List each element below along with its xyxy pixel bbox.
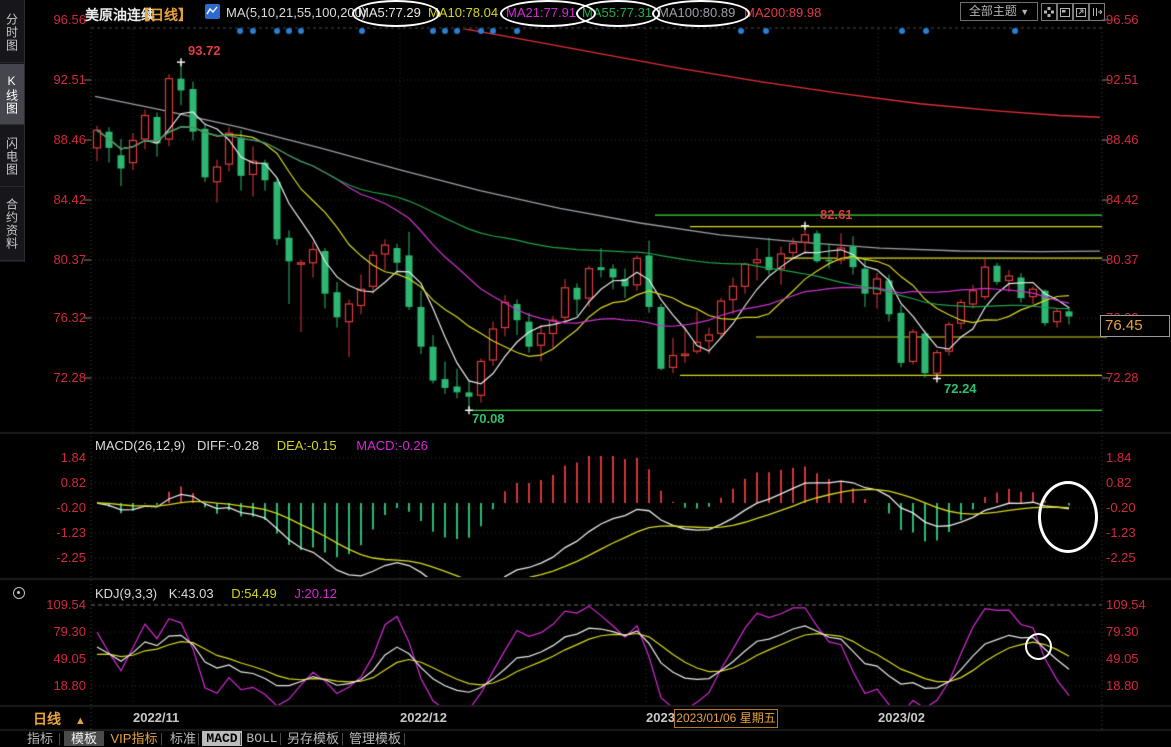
kdj-k-value: K:43.03 <box>169 586 214 601</box>
kdj-axis-label-right: 18.80 <box>1106 679 1139 693</box>
maximize-pane-icon-button[interactable] <box>1057 3 1073 21</box>
date-axis-label: 2022/11 <box>133 710 179 725</box>
price-axis-label-right: 96.56 <box>1106 13 1139 27</box>
bottom-tab-6[interactable]: BOLL <box>243 731 281 746</box>
macd-axis-label-right: 1.84 <box>1106 451 1131 465</box>
pivot-low-label-1: 70.08 <box>472 411 505 426</box>
price-axis-label-right: 80.37 <box>1106 253 1139 267</box>
period-tag: 【日线】 <box>136 5 192 25</box>
theme-dropdown-label: 全部主题 <box>969 4 1017 18</box>
price-axis-label-left: 76.32 <box>22 311 86 325</box>
price-axis-label-left: 84.42 <box>22 193 86 207</box>
macd-macd-value: MACD:-0.26 <box>356 438 428 453</box>
tab-separator <box>342 733 343 745</box>
price-axis-label-left: 96.56 <box>22 13 86 27</box>
pivot-low-label-2: 72.24 <box>944 381 977 396</box>
dock-pane-icon-button[interactable] <box>1089 3 1105 21</box>
bottom-tab-2[interactable]: 模板 <box>64 731 104 746</box>
price-axis-label-left: 72.28 <box>22 371 86 385</box>
macd-diff-value: DIFF:-0.28 <box>197 438 259 453</box>
kdj-j-value: J:20.12 <box>294 586 337 601</box>
tab-separator <box>102 733 103 745</box>
price-axis-label-left: 92.51 <box>22 73 86 87</box>
macd-dea-value: DEA:-0.15 <box>277 438 337 453</box>
ma-readout-3: MA21:77.91 <box>506 5 576 20</box>
split-grid-icon-button[interactable] <box>1041 3 1057 21</box>
crosshair-date-box: 2023/01/06 星期五 <box>674 709 778 728</box>
sidebar-item-4[interactable]: 合约资料 <box>0 188 24 261</box>
pop-out-pane-icon-button[interactable] <box>1073 3 1089 21</box>
ma-readout-5: MA100:80.89 <box>658 5 735 20</box>
period-label: 日线 <box>33 711 61 727</box>
pivot-high-label-2: 82.61 <box>820 207 853 222</box>
trading-app-window: 分时图K线图闪电图合约资料 美原油连续 【日线】 MA(5,10,21,55,1… <box>0 0 1171 747</box>
bottom-tab-4[interactable]: 标准 <box>164 731 202 746</box>
macd-axis-label-left: 0.82 <box>22 476 86 490</box>
theme-dropdown-button[interactable]: 全部主题 ▼ <box>960 2 1038 21</box>
bottom-tab-5[interactable]: MACD <box>202 731 242 746</box>
tab-separator <box>240 733 241 745</box>
ma-readout-1: MA5:77.29 <box>358 5 421 20</box>
ma-readout-6: MA200:89.98 <box>744 5 821 20</box>
price-axis-label-right: 84.42 <box>1106 193 1139 207</box>
tab-separator <box>404 733 405 745</box>
macd-axis-label-right: -0.20 <box>1106 501 1136 515</box>
macd-axis-label-left: -0.20 <box>22 501 86 515</box>
chart-type-icon[interactable] <box>205 4 220 19</box>
bottom-tab-7[interactable]: 另存模板 <box>283 731 343 746</box>
kdj-axis-label-left: 18.80 <box>22 679 86 693</box>
tab-separator <box>198 733 199 745</box>
macd-axis-label-right: 0.82 <box>1106 476 1131 490</box>
kdj-label-row: KDJ(9,3,3) K:43.03 D:54.49 J:20.12 <box>95 586 337 601</box>
price-axis-label-right: 72.28 <box>1106 371 1139 385</box>
kdj-axis-label-left: 79.30 <box>22 625 86 639</box>
bottom-tab-8[interactable]: 管理模板 <box>345 731 405 746</box>
macd-axis-label-left: -2.25 <box>22 551 86 565</box>
tab-separator <box>59 733 60 745</box>
tab-separator <box>161 733 162 745</box>
caret-up-icon: ▲ <box>75 715 86 727</box>
bottom-tab-3[interactable]: VIP指标 <box>106 731 162 746</box>
period-dropdown[interactable]: 日线 ▲ <box>33 709 86 729</box>
kdj-axis-label-left: 109.54 <box>22 598 86 612</box>
chart-canvas[interactable] <box>0 0 1171 747</box>
pivot-high-label-1: 93.72 <box>188 43 221 58</box>
kdj-axis-label-left: 49.05 <box>22 652 86 666</box>
sidebar-item-2[interactable]: K线图 <box>0 64 24 125</box>
bottom-tab-1[interactable]: 指标 <box>18 731 62 746</box>
macd-axis-label-right: -2.25 <box>1106 551 1136 565</box>
kdj-settings-icon[interactable] <box>13 587 25 599</box>
date-axis-label: 2022/12 <box>400 710 447 725</box>
ma-readout-4: MA55:77.31 <box>582 5 652 20</box>
macd-axis-label-right: -1.23 <box>1106 526 1136 540</box>
price-axis-label-left: 80.37 <box>22 253 86 267</box>
ma-group-label: MA(5,10,21,55,100,200) <box>226 5 366 20</box>
macd-title: MACD(26,12,9) <box>95 438 185 453</box>
price-axis-label-right: 92.51 <box>1106 73 1139 87</box>
left-sidebar: 分时图K线图闪电图合约资料 <box>0 0 25 262</box>
price-axis-label-left: 88.46 <box>22 133 86 147</box>
kdj-axis-label-right: 109.54 <box>1106 598 1146 612</box>
kdj-axis-label-right: 49.05 <box>1106 652 1139 666</box>
ma-readout-2: MA10:78.04 <box>428 5 498 20</box>
macd-axis-label-left: -1.23 <box>22 526 86 540</box>
chevron-down-icon: ▼ <box>1020 7 1029 17</box>
kdj-axis-label-right: 79.30 <box>1106 625 1139 639</box>
sidebar-item-3[interactable]: 闪电图 <box>0 126 24 187</box>
macd-axis-label-left: 1.84 <box>22 451 86 465</box>
date-axis-label: 2023/02 <box>878 710 925 725</box>
kdj-title: KDJ(9,3,3) <box>95 586 157 601</box>
kdj-d-value: D:54.49 <box>231 586 277 601</box>
tab-separator <box>280 733 281 745</box>
sidebar-item-1[interactable]: 分时图 <box>0 2 24 63</box>
macd-label-row: MACD(26,12,9) DIFF:-0.28 DEA:-0.15 MACD:… <box>95 438 428 453</box>
last-price-box: 76.45 <box>1100 315 1170 337</box>
price-axis-label-right: 88.46 <box>1106 133 1139 147</box>
